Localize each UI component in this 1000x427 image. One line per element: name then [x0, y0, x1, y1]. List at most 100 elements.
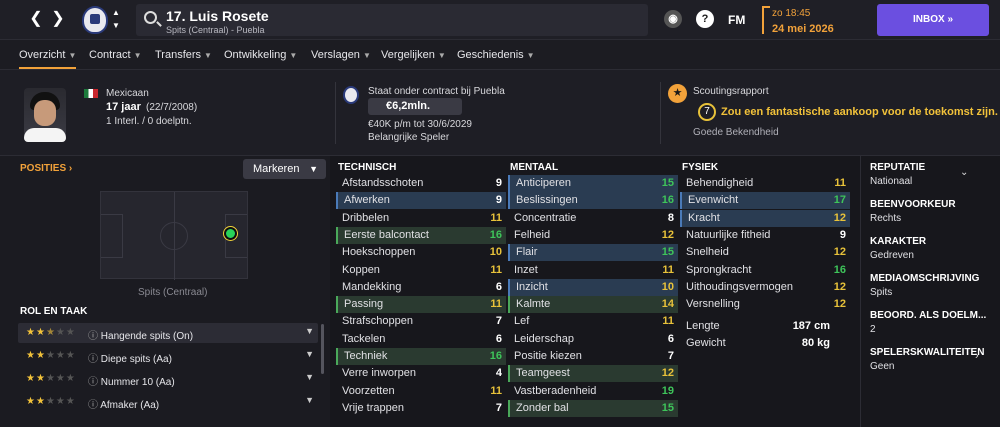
attribute-name: Strafschoppen [342, 315, 413, 328]
attribute-row[interactable]: Inzicht 10 [508, 278, 678, 296]
rating-stars: ★★★★★ [26, 350, 76, 361]
chevron-down-icon: ▼ [133, 51, 142, 60]
chevron-down-icon[interactable]: ▼ [305, 372, 314, 382]
chevron-right-icon[interactable]: › [975, 350, 979, 362]
star-icon: ★ [35, 396, 46, 407]
role-row[interactable]: ★★★★★ ⓘ Afmaker (Aa) ▼ [18, 392, 318, 412]
time-label: zo 18:45 [772, 8, 811, 19]
scrollbar[interactable] [321, 324, 324, 374]
help-icon[interactable]: ? [696, 10, 714, 28]
attribute-value: 12 [661, 228, 674, 241]
chevron-down-icon[interactable]: ⌄ [960, 167, 968, 178]
attribute-row[interactable]: Dribbelen 11 [336, 210, 506, 227]
role-name: Diepe spits (Aa) [100, 354, 172, 365]
tab-ontwikkeling[interactable]: Ontwikkeling ▼ [224, 49, 297, 61]
attribute-name: Afstandsschoten [342, 177, 424, 189]
scouting-title: Scoutingsrapport [693, 86, 769, 97]
fm-logo[interactable]: FM [728, 13, 745, 27]
avatar [24, 88, 66, 142]
inbox-label: INBOX [912, 14, 945, 25]
attribute-row[interactable]: Evenwicht 17 [680, 192, 850, 210]
attribute-row[interactable]: Beslissingen 16 [508, 192, 678, 210]
mark-dropdown[interactable]: Markeren ▼ [243, 159, 326, 179]
attribute-row[interactable]: Flair 15 [508, 244, 678, 262]
club-crest-icon[interactable] [82, 6, 108, 34]
chevron-down-icon[interactable]: ▼ [305, 349, 314, 359]
squad-status: Belangrijke Speler [368, 132, 450, 143]
role-row[interactable]: ★★★★★ ⓘ Nummer 10 (Aa) ▼ [18, 369, 318, 389]
tab-verslagen[interactable]: Verslagen ▼ [311, 49, 371, 61]
tab-geschiedenis[interactable]: Geschiedenis ▼ [457, 49, 535, 61]
star-icon: ★ [45, 373, 56, 384]
scout-rating[interactable]: 7 [698, 103, 716, 121]
attribute-row[interactable]: Kracht 12 [680, 209, 850, 227]
attribute-row[interactable]: Behendigheid 11 [680, 175, 850, 192]
attribute-row[interactable]: Leiderschap 6 [508, 331, 678, 348]
world-icon[interactable]: ◉ [664, 10, 682, 28]
chevron-down-icon[interactable]: ▼ [305, 395, 314, 405]
attribute-value: 15 [661, 177, 674, 189]
forward-arrow-icon[interactable]: ❯ [48, 8, 68, 30]
date-box[interactable]: zo 18:45 24 mei 2026 [762, 4, 862, 36]
back-arrow-icon[interactable]: ❮ [26, 8, 46, 30]
position-marker-striker[interactable] [224, 227, 237, 240]
role-row[interactable]: ★★★★★ ⓘ Hangende spits (On) ▼ [18, 323, 318, 343]
attribute-row[interactable]: Zonder bal 15 [508, 399, 678, 417]
attribute-row[interactable]: Teamgeest 12 [508, 365, 678, 383]
attribute-row[interactable]: Mandekking 6 [336, 279, 506, 296]
attribute-row[interactable]: Lef 11 [508, 313, 678, 330]
attribute-value: 7 [667, 350, 674, 362]
mark-dropdown-label: Markeren [253, 163, 300, 175]
attribute-row[interactable]: Natuurlijke fitheid 9 [680, 227, 850, 244]
attribute-name: Felheid [514, 228, 551, 241]
attribute-row[interactable]: Passing 11 [336, 296, 506, 314]
player-switch-icon[interactable]: ▲ ▼ [110, 6, 122, 32]
attribute-row[interactable]: Strafschoppen 7 [336, 313, 506, 330]
attribute-value: 9 [839, 228, 846, 241]
attribute-row[interactable]: Versnelling 12 [680, 296, 850, 313]
attribute-row[interactable]: Kalmte 14 [508, 296, 678, 314]
attribute-row[interactable]: Concentratie 8 [508, 210, 678, 227]
tab-overzicht[interactable]: Overzicht ▼ [19, 49, 77, 69]
attribute-row[interactable]: Anticiperen 15 [508, 175, 678, 192]
attribute-row[interactable]: Sprongkracht 16 [680, 262, 850, 279]
attribute-row[interactable]: Tackelen 6 [336, 331, 506, 348]
inbox-button[interactable]: INBOX » [877, 4, 989, 36]
attribute-value: 4 [495, 367, 502, 380]
attribute-row[interactable]: Positie kiezen 7 [508, 348, 678, 365]
tab-contract[interactable]: Contract ▼ [89, 49, 142, 61]
club-crest-icon [343, 86, 359, 104]
attribute-row[interactable]: Vastberadenheid 19 [508, 383, 678, 400]
attribute-name: Koppen [342, 263, 380, 276]
role-row[interactable]: ★★★★★ ⓘ Diepe spits (Aa) ▼ [18, 346, 318, 366]
positions-title[interactable]: POSITIES › [20, 163, 72, 174]
attribute-row[interactable]: Afwerken 9 [336, 192, 506, 210]
attribute-name: Teamgeest [516, 367, 570, 380]
star-icon: ★ [668, 84, 687, 103]
tab-vergelijken[interactable]: Vergelijken ▼ [381, 49, 446, 61]
attribute-row[interactable]: Verre inworpen 4 [336, 365, 506, 382]
attribute-row[interactable]: Snelheid 12 [680, 244, 850, 261]
divider [660, 82, 661, 144]
star-icon: ★ [65, 327, 76, 338]
role-name: Hangende spits (On) [100, 331, 194, 342]
side-info-heading: KARAKTER [870, 236, 927, 247]
attribute-row[interactable]: Vrije trappen 7 [336, 400, 506, 417]
attribute-row[interactable]: Techniek 16 [336, 348, 506, 365]
attribute-row[interactable]: Voorzetten 11 [336, 383, 506, 400]
attribute-row[interactable]: Afstandsschoten 9 [336, 175, 506, 192]
info-icon: ⓘ [88, 400, 101, 411]
search-bar[interactable]: 17. Luis Rosete Spits (Centraal) - Puebl… [136, 4, 648, 36]
star-icon: ★ [65, 373, 76, 384]
transfer-value[interactable]: €6,2mln. [368, 98, 462, 115]
attribute-row[interactable]: Eerste balcontact 16 [336, 226, 506, 244]
attribute-row[interactable]: Koppen 11 [336, 262, 506, 279]
attribute-name: Verre inworpen [342, 367, 416, 380]
attribute-row[interactable]: Uithoudingsvermogen 12 [680, 279, 850, 296]
attribute-row[interactable]: Felheid 12 [508, 227, 678, 244]
attribute-row[interactable]: Hoekschoppen 10 [336, 244, 506, 261]
attribute-row[interactable]: Inzet 11 [508, 262, 678, 279]
tab-transfers[interactable]: Transfers ▼ [155, 49, 212, 61]
chevron-down-icon[interactable]: ▼ [305, 326, 314, 336]
attribute-name: Eerste balcontact [344, 228, 429, 241]
